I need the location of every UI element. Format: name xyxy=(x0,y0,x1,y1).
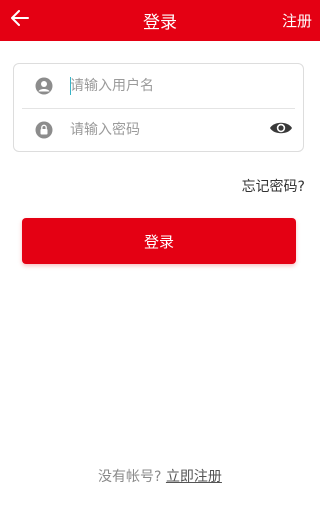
register-button[interactable]: 注册 xyxy=(282,0,312,41)
app-header: 登录 注册 xyxy=(0,0,320,41)
login-form xyxy=(13,63,304,152)
password-input[interactable] xyxy=(70,118,260,142)
register-now-link[interactable]: 立即注册 xyxy=(166,469,222,485)
username-input[interactable] xyxy=(70,74,260,98)
page-title: 登录 xyxy=(143,13,177,33)
lock-icon xyxy=(35,121,53,139)
toggle-password-button[interactable] xyxy=(268,119,294,141)
username-field xyxy=(14,64,303,108)
register-prompt: 没有帐号? 立即注册 xyxy=(0,466,320,486)
forgot-password-link[interactable]: 忘记密码? xyxy=(242,176,305,196)
back-button[interactable] xyxy=(4,4,36,36)
user-icon xyxy=(35,77,53,95)
eye-icon xyxy=(269,120,293,140)
arrow-left-icon xyxy=(11,10,29,30)
login-screen: 登录 注册 请输入用户名 忘记密码? 登录 没有帐号? 立即注册 xyxy=(0,0,320,515)
no-account-text: 没有帐号? xyxy=(98,469,162,485)
text-cursor xyxy=(70,77,71,95)
password-field xyxy=(14,108,303,152)
login-button[interactable]: 登录 xyxy=(22,218,296,264)
